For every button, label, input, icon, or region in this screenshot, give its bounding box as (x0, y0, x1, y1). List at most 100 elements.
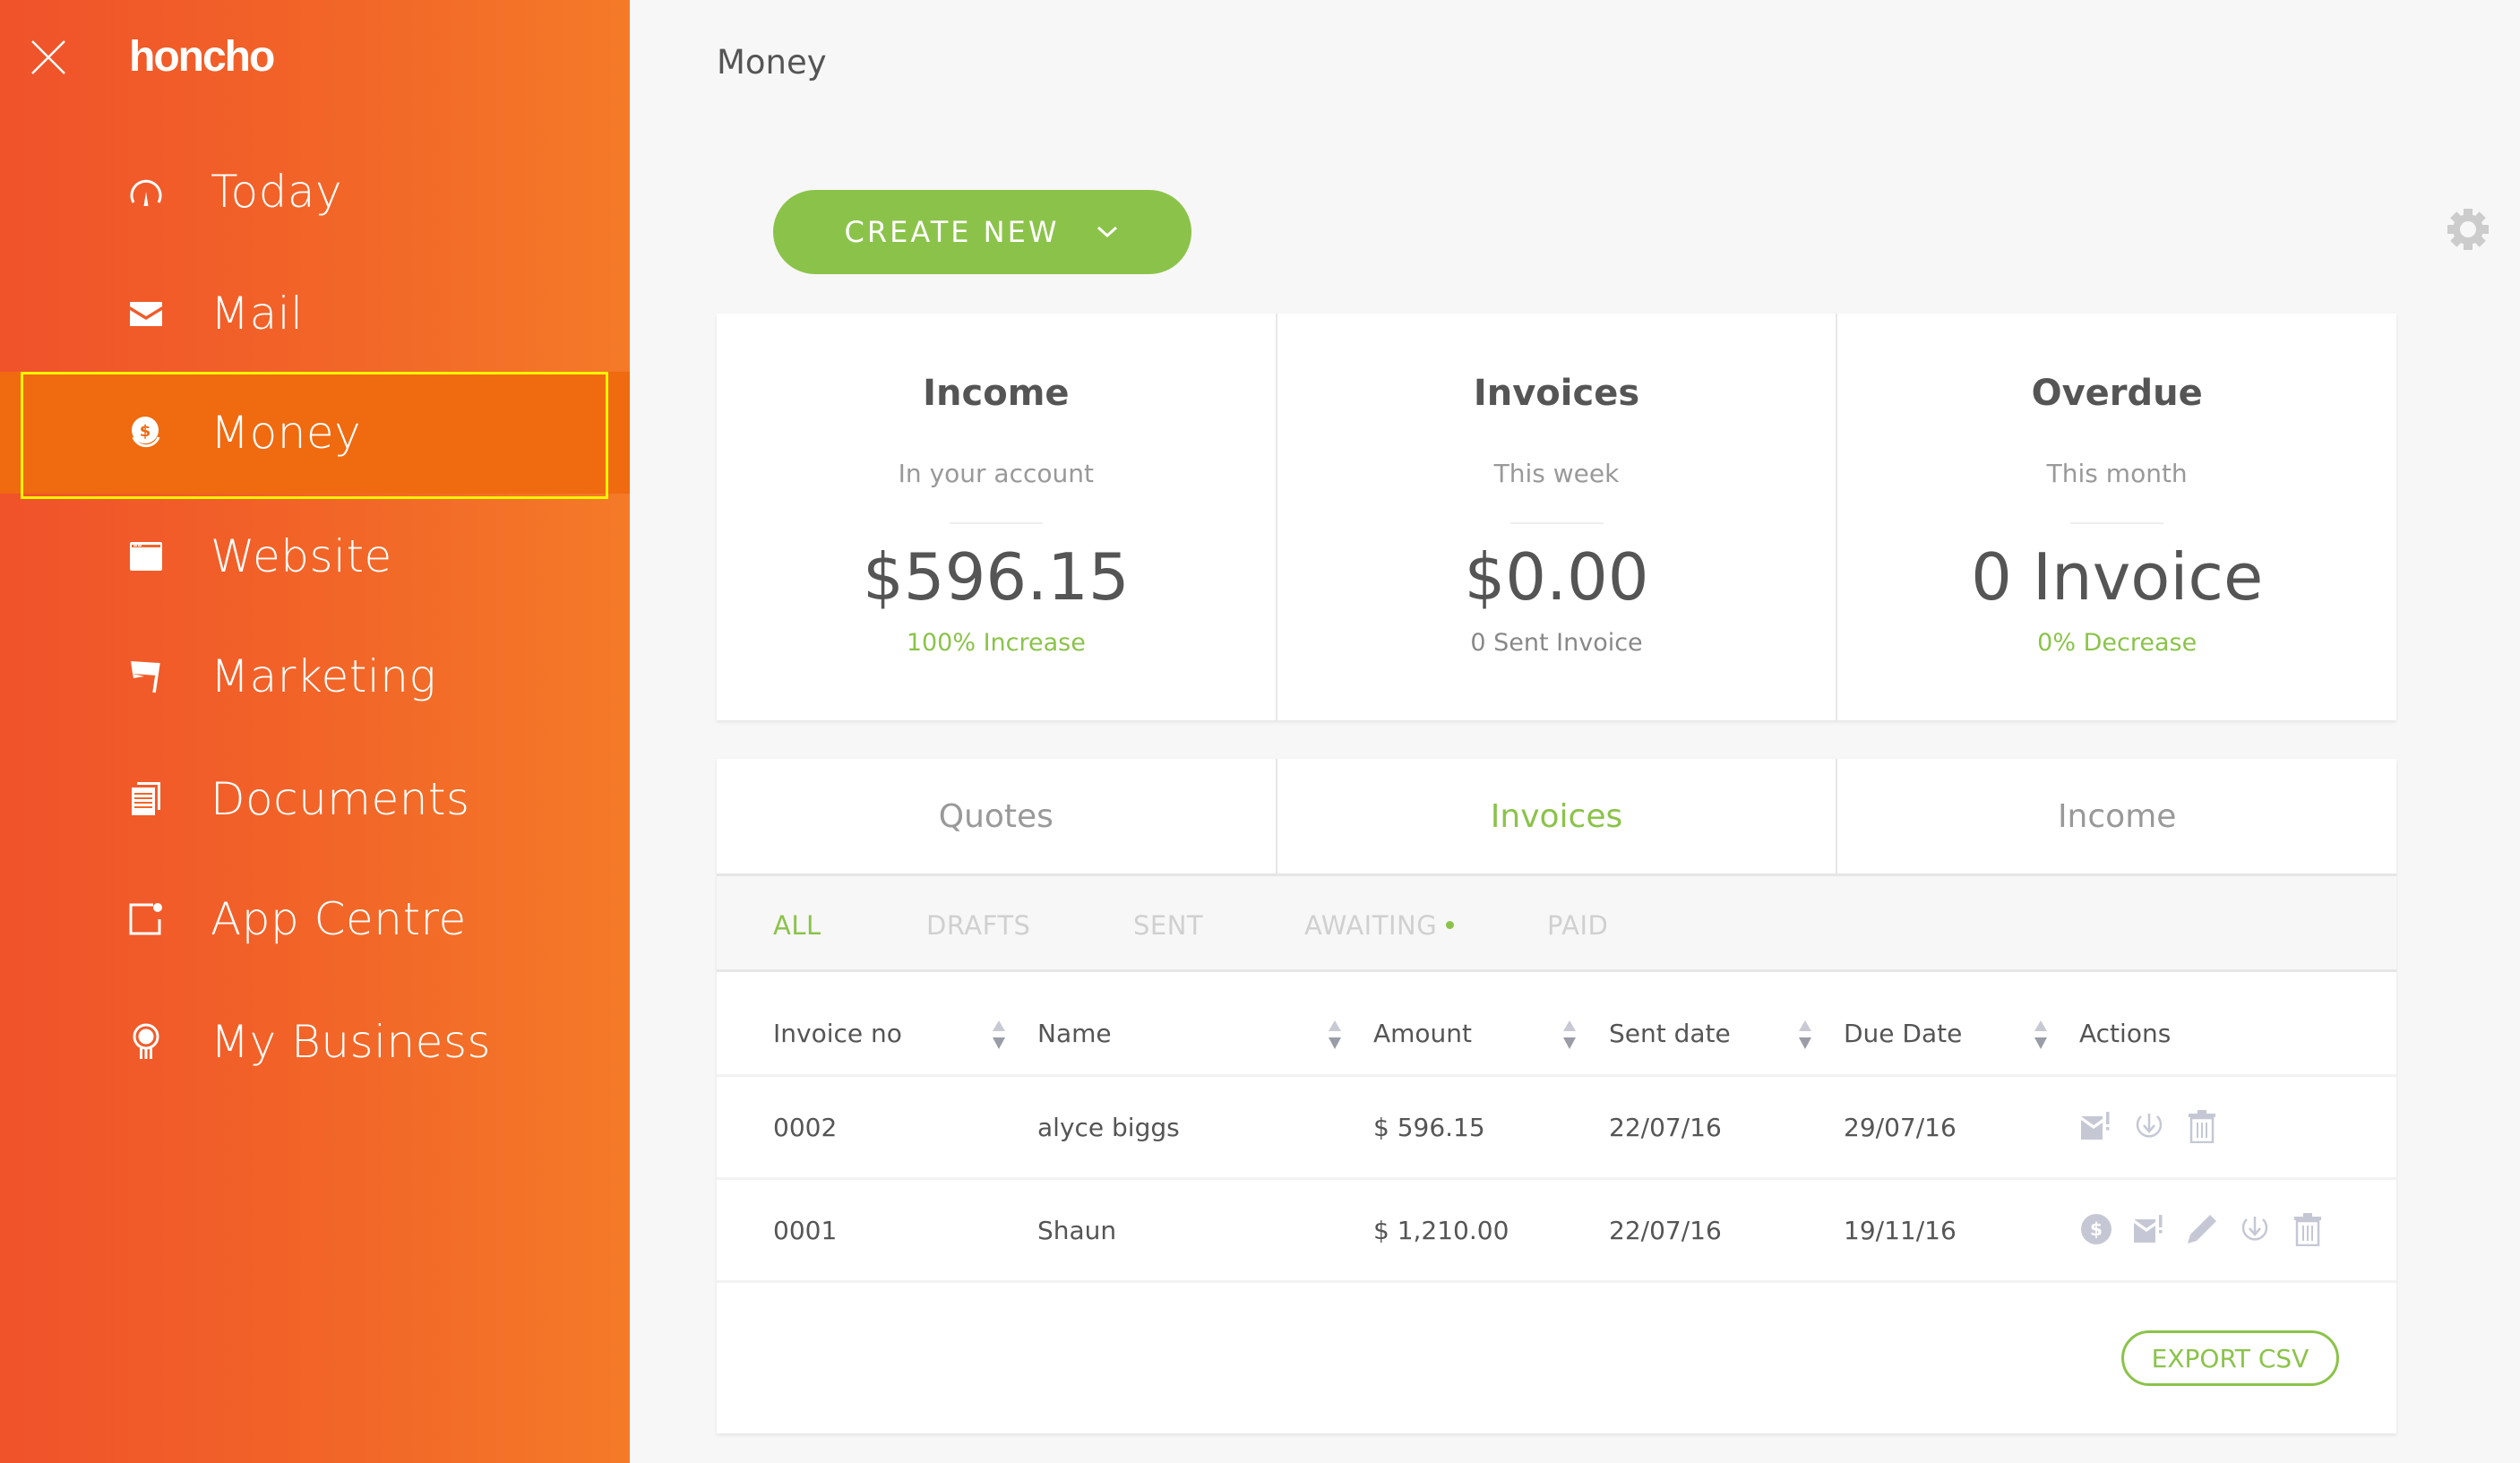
cell-amount: $ 596.15 (1373, 1113, 1485, 1142)
filter-awaiting-label: AWAITING (1304, 910, 1438, 941)
stat-change: 0% Decrease (2037, 629, 2197, 657)
awaiting-indicator-dot (1446, 920, 1455, 929)
cell-name: alyce biggs (1037, 1113, 1180, 1142)
stat-subtitle: In your account (898, 459, 1094, 488)
sidebar-item-mail[interactable]: Mail (0, 253, 630, 374)
cell-due-date: 29/07/16 (1844, 1113, 1957, 1142)
sort-sent-date[interactable] (1796, 1019, 1814, 1051)
status-filter-bar: ALL DRAFTS SENT AWAITING PAID (717, 876, 2396, 972)
sidebar: honcho Today Mail $ Money Website Market… (0, 0, 630, 1463)
close-icon (31, 40, 65, 74)
create-new-label: CREATE NEW (844, 215, 1060, 249)
sidebar-item-my-business[interactable]: My Business (0, 981, 630, 1103)
browser-window-icon (126, 537, 166, 576)
sort-arrows-icon (1799, 1020, 1811, 1049)
filter-paid[interactable]: PAID (1547, 910, 1608, 941)
send-reminder-button[interactable] (2131, 1209, 2167, 1249)
sidebar-item-app-centre[interactable]: App Centre (0, 858, 630, 980)
filter-drafts[interactable]: DRAFTS (926, 910, 1030, 941)
delete-button[interactable] (2290, 1209, 2326, 1249)
sidebar-item-website[interactable]: Website (0, 495, 630, 617)
stat-subtitle: This week (1493, 459, 1620, 488)
close-sidebar-button[interactable] (29, 38, 68, 77)
column-header-invoice-no[interactable]: Invoice no (773, 1019, 902, 1048)
app-centre-icon (126, 899, 166, 939)
pencil-icon (2188, 1215, 2216, 1244)
settings-button[interactable] (2446, 207, 2490, 252)
sidebar-item-label: Money (211, 407, 362, 459)
flag-icon (126, 657, 166, 696)
cell-due-date: 19/11/16 (1844, 1216, 1957, 1245)
stat-divider (949, 522, 1043, 524)
sort-arrows-icon (993, 1020, 1005, 1049)
invoices-stat: Invoices This week $0.00 0 Sent Invoice (1277, 314, 1838, 720)
table-row[interactable]: 0001 Shaun $ 1,210.00 22/07/16 19/11/16 … (717, 1180, 2396, 1283)
gear-icon (2447, 209, 2489, 250)
trash-icon (2294, 1213, 2321, 1246)
svg-text:$: $ (2090, 1218, 2103, 1240)
stat-subtitle: This month (2046, 459, 2188, 488)
sidebar-item-label: Website (211, 530, 392, 582)
gauge-icon (126, 172, 166, 211)
chevron-down-icon (1097, 226, 1118, 238)
sidebar-item-marketing[interactable]: Marketing (0, 615, 630, 737)
mark-paid-button[interactable]: $ (2078, 1209, 2114, 1249)
sidebar-item-money[interactable]: $ Money (0, 372, 630, 499)
edit-button[interactable] (2184, 1209, 2220, 1249)
mail-alert-icon (2134, 1215, 2163, 1243)
delete-button[interactable] (2184, 1106, 2220, 1146)
cell-name: Shaun (1037, 1216, 1117, 1245)
column-header-amount[interactable]: Amount (1373, 1019, 1472, 1048)
column-header-name[interactable]: Name (1037, 1019, 1112, 1048)
download-icon (2136, 1114, 2163, 1138)
overdue-stat: Overdue This month 0 Invoice 0% Decrease (1837, 314, 2396, 720)
table-header: Invoice no Name Amount Sent date Due Dat… (717, 972, 2396, 1077)
sort-arrows-icon (2034, 1020, 2047, 1049)
stat-value: $596.15 (862, 539, 1130, 615)
envelope-icon (126, 294, 166, 333)
sidebar-item-label: Today (211, 166, 343, 218)
honcho-logo[interactable]: honcho (129, 32, 275, 82)
sort-amount[interactable] (1561, 1019, 1578, 1051)
sidebar-item-label: Marketing (211, 650, 436, 702)
row-actions (2078, 1106, 2237, 1146)
filter-awaiting[interactable]: AWAITING (1304, 910, 1455, 941)
sort-name[interactable] (1326, 1019, 1344, 1051)
sort-arrows-icon (1329, 1020, 1341, 1049)
stat-title: Invoices (1473, 373, 1640, 414)
download-button[interactable] (2131, 1106, 2167, 1146)
column-header-due-date[interactable]: Due Date (1844, 1019, 1962, 1048)
table-row[interactable]: 0002 alyce biggs $ 596.15 22/07/16 29/07… (717, 1077, 2396, 1180)
invoices-card: Quotes Invoices Income ALL DRAFTS SENT A… (717, 759, 2396, 1433)
tab-invoices[interactable]: Invoices (1277, 759, 1838, 873)
dollar-circle-icon: $ (2081, 1214, 2111, 1244)
stat-change: 100% Increase (906, 629, 1086, 657)
tab-quotes[interactable]: Quotes (717, 759, 1277, 873)
sidebar-item-label: App Centre (211, 893, 467, 945)
mail-alert-icon (2081, 1112, 2110, 1140)
export-csv-button[interactable]: EXPORT CSV (2121, 1330, 2339, 1386)
sidebar-item-documents[interactable]: Documents (0, 738, 630, 860)
download-button[interactable] (2237, 1209, 2273, 1249)
stat-value: $0.00 (1464, 539, 1649, 615)
tab-income[interactable]: Income (1837, 759, 2396, 873)
sidebar-item-label: My Business (211, 1016, 492, 1068)
filter-sent[interactable]: SENT (1133, 910, 1203, 941)
sidebar-item-label: Mail (211, 288, 304, 340)
svg-text:$: $ (140, 422, 151, 441)
cell-invoice-no: 0002 (773, 1113, 838, 1142)
filter-all[interactable]: ALL (773, 910, 821, 941)
stat-title: Overdue (2031, 373, 2203, 414)
column-header-sent-date[interactable]: Sent date (1609, 1019, 1731, 1048)
money-icon: $ (126, 413, 166, 452)
sidebar-item-today[interactable]: Today (0, 131, 630, 253)
sort-due-date[interactable] (2032, 1019, 2050, 1051)
tab-bar: Quotes Invoices Income (717, 759, 2396, 876)
send-reminder-button[interactable] (2078, 1106, 2114, 1146)
sort-invoice-no[interactable] (990, 1019, 1008, 1051)
stat-divider (1509, 522, 1604, 524)
create-new-button[interactable]: CREATE NEW (773, 190, 1191, 274)
sort-arrows-icon (1563, 1020, 1576, 1049)
page-title: Money (717, 43, 827, 82)
cell-sent-date: 22/07/16 (1609, 1216, 1722, 1245)
